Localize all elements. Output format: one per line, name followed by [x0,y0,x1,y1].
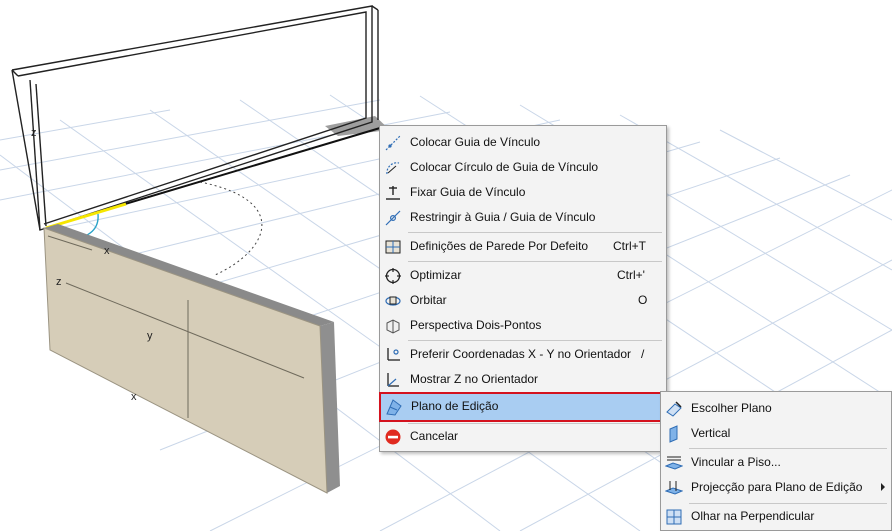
axis-label-z-wall: z [56,276,62,288]
menu-item-label: Plano de Edição [411,399,499,413]
menu-item-optimizar[interactable]: Optimizar Ctrl+' [380,263,666,288]
submenu-arrow-icon [881,483,885,491]
menu-item-label: Cancelar [410,429,459,443]
menu-item-shortcut: Ctrl+' [617,268,645,282]
editing-plane-icon [386,399,402,416]
submenu-item-label: Vincular a Piso... [691,455,781,469]
pin-guide-icon [386,186,400,200]
menu-item-restringir-guia[interactable]: Restringir à Guia / Guia de Vínculo [380,205,666,230]
wall-settings-icon [385,240,401,254]
wireframe-wall [11,5,379,231]
menu-item-fixar-guia[interactable]: Fixar Guia de Vínculo [380,180,666,205]
menu-item-label: Definições de Parede Por Defeito [410,239,589,253]
menu-separator [408,261,662,262]
axis-label-x-top: x [104,245,110,257]
axis-label-z-top: z [31,127,37,139]
menu-separator [408,232,662,233]
submenu-item-vincular-piso[interactable]: Vincular a Piso... [661,450,891,475]
axis-label-y-wall: y [147,330,153,342]
orbit-icon [385,296,401,306]
menu-item-label: Perspectiva Dois-Pontos [410,318,542,332]
project-to-plane-icon [665,481,683,495]
menu-item-definicoes-parede[interactable]: Definições de Parede Por Defeito Ctrl+T [380,234,666,259]
submenu-item-escolher-plano[interactable]: Escolher Plano [661,396,891,421]
menu-item-label: Preferir Coordenadas X - Y no Orientador [410,347,632,361]
menu-item-shortcut: / [641,347,645,361]
look-perpendicular-icon [666,509,682,525]
menu-item-shortcut: Ctrl+T [613,239,646,253]
submenu-item-projeccao[interactable]: Projecção para Plano de Edição [661,475,891,500]
xy-coordinates-icon [387,348,400,361]
menu-item-cancelar[interactable]: Cancelar [380,424,666,449]
submenu-item-label: Vertical [691,426,731,440]
menu-separator [408,340,662,341]
editing-plane-submenu: Escolher Plano Vertical Vincular a Piso.… [660,391,892,531]
menu-item-label: Optimizar [410,268,462,282]
guide-circle-icon [386,162,400,175]
menu-item-plano-edicao[interactable]: Plano de Edição [379,392,664,422]
axis-label-x-wall: x [131,391,137,403]
menu-item-label: Fixar Guia de Vínculo [410,185,526,199]
constrain-guide-icon [385,210,401,226]
menu-item-label: Colocar Guia de Vínculo [410,135,541,149]
z-axis-icon [387,373,399,387]
menu-item-label: Colocar Círculo de Guia de Vínculo [410,160,599,174]
menu-item-shortcut: O [638,293,648,307]
menu-item-label: Mostrar Z no Orientador [410,372,539,386]
menu-item-colocar-circulo[interactable]: Colocar Círculo de Guia de Vínculo [380,155,666,180]
menu-item-label: Restringir à Guia / Guia de Vínculo [410,210,596,224]
zoom-fit-icon [385,268,401,284]
guide-line-icon [385,135,401,151]
menu-item-preferir-coordenadas[interactable]: Preferir Coordenadas X - Y no Orientador… [380,342,666,367]
submenu-item-label: Projecção para Plano de Edição [691,480,863,494]
menu-item-colocar-guia[interactable]: Colocar Guia de Vínculo [380,130,666,155]
submenu-item-label: Olhar na Perpendicular [691,509,815,523]
vertical-plane-icon [669,425,678,443]
pick-plane-icon [666,401,682,417]
submenu-item-olhar-perpendicular[interactable]: Olhar na Perpendicular [661,504,891,529]
two-point-perspective-icon [386,319,400,334]
menu-item-label: Orbitar [410,293,447,307]
submenu-item-vertical[interactable]: Vertical [661,421,891,446]
menu-item-orbitar[interactable]: Orbitar O [380,288,666,313]
guide-line [124,127,381,205]
wall-front-face [43,227,328,494]
link-to-story-icon [665,456,683,470]
submenu-separator [689,448,887,449]
context-menu: Colocar Guia de Vínculo Colocar Círculo … [379,125,667,452]
menu-item-perspectiva[interactable]: Perspectiva Dois-Pontos [380,313,666,338]
submenu-item-label: Escolher Plano [691,401,772,415]
cancel-icon [385,429,401,445]
menu-item-mostrar-z[interactable]: Mostrar Z no Orientador [380,367,666,392]
